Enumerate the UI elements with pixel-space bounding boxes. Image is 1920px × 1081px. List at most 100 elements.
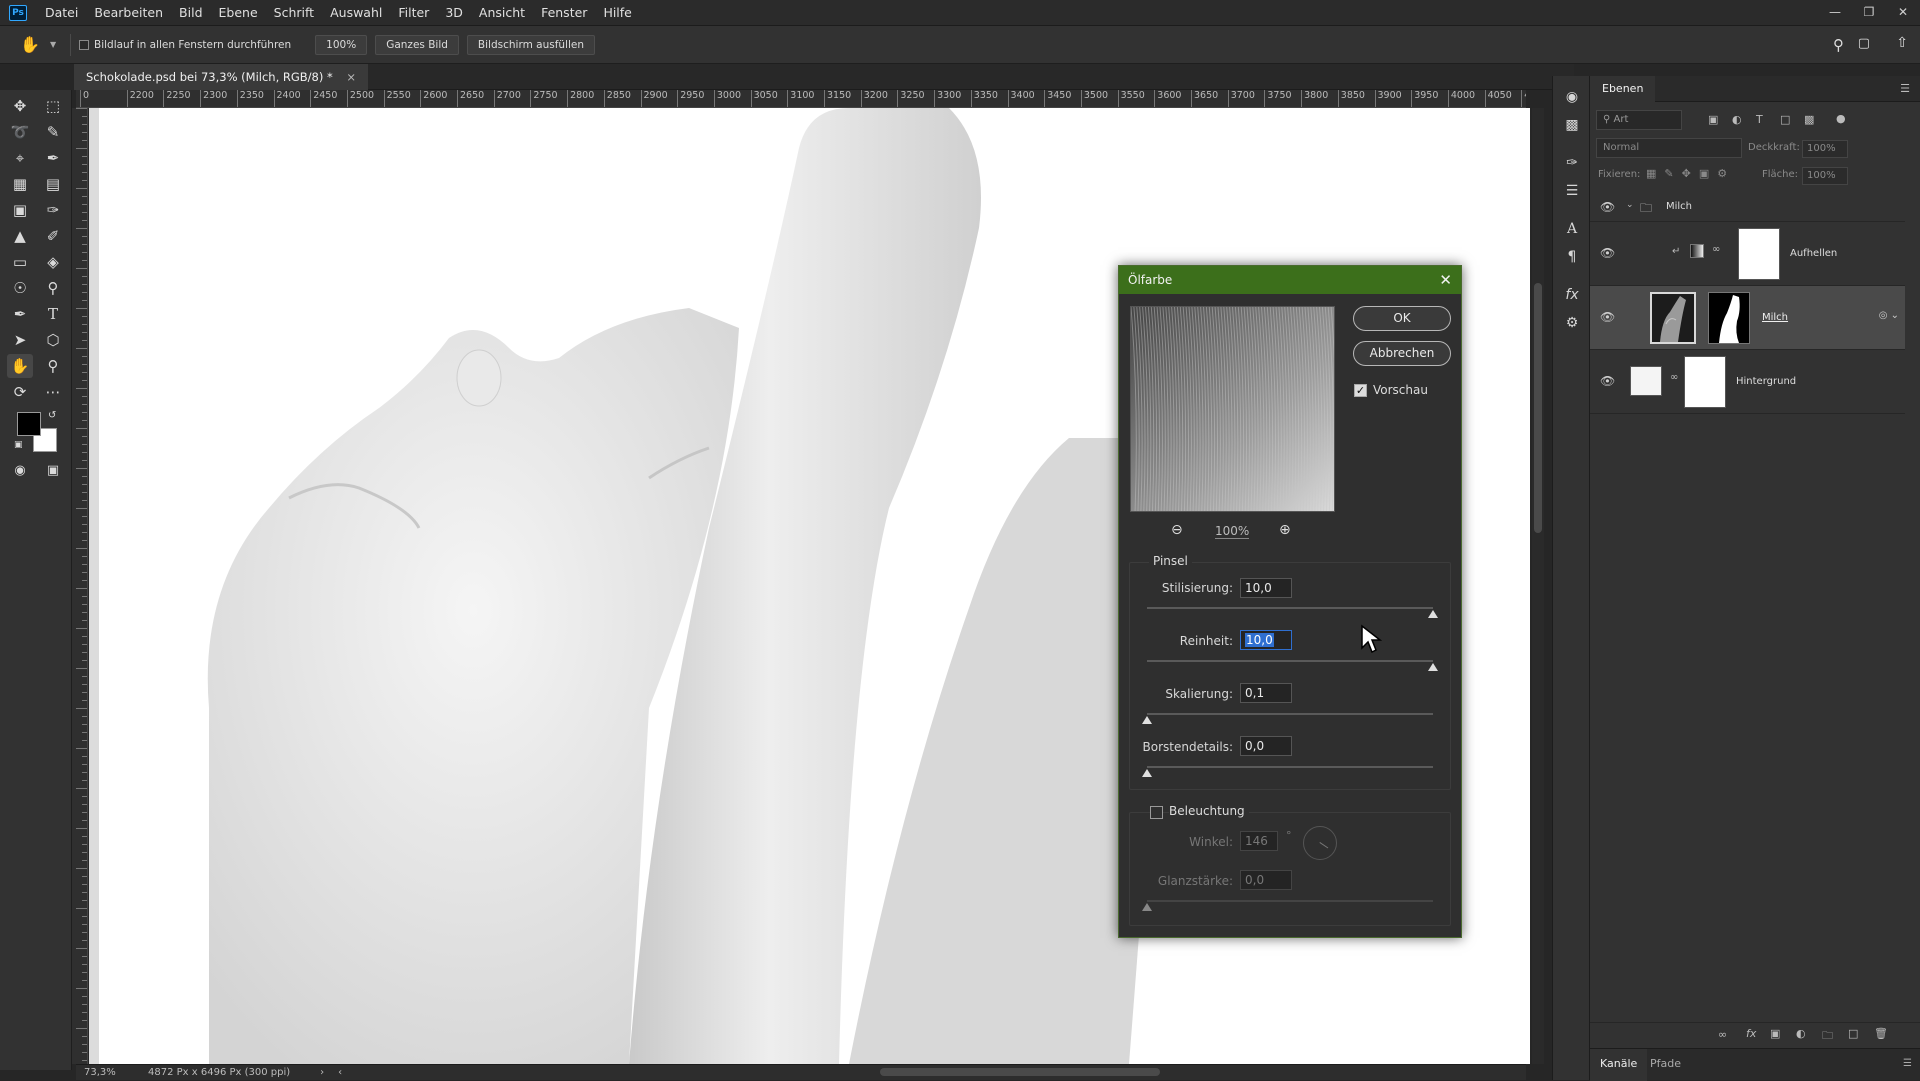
layer-row-aufhellen[interactable]: 👁 ↵ ∞ Aufhellen	[1590, 222, 1905, 286]
chain-link-icon[interactable]: ∞	[1712, 244, 1720, 255]
histogram-panel-icon[interactable]: ▩	[1561, 114, 1583, 136]
history-brush-tool-icon[interactable]: ✐	[40, 224, 66, 248]
path-selection-tool-icon[interactable]: ➤	[7, 328, 33, 352]
opacity-value[interactable]: 100%	[1802, 140, 1848, 158]
menu-hilfe[interactable]: Hilfe	[595, 0, 639, 26]
filter-preview[interactable]	[1130, 306, 1335, 512]
menu-bild[interactable]: Bild	[171, 0, 210, 26]
swap-colors-icon[interactable]: ↺	[48, 410, 56, 421]
shape-tool-icon[interactable]: ⬡	[40, 328, 66, 352]
new-group-icon[interactable]: 🗀	[1822, 1027, 1833, 1046]
panel-menu-icon[interactable]: ☰	[1900, 82, 1910, 95]
paragraph-panel-icon[interactable]: ¶	[1561, 246, 1583, 268]
marquee-tool-icon[interactable]: ⬚	[40, 94, 66, 118]
layer-thumbnail[interactable]	[1650, 292, 1696, 344]
dialog-title[interactable]: Ölfarbe	[1119, 266, 1461, 294]
link-layers-icon[interactable]: ∞	[1718, 1028, 1727, 1041]
layer-row-milch[interactable]: 👁 Milch ◎ ⌄	[1590, 286, 1905, 350]
add-layer-style-icon[interactable]: fx	[1746, 1027, 1756, 1040]
learn-panel-icon[interactable]: ◉	[1561, 86, 1583, 108]
workspace-icon[interactable]: ▢	[1858, 36, 1870, 51]
menu-auswahl[interactable]: Auswahl	[322, 0, 390, 26]
cleanliness-slider-track[interactable]	[1147, 660, 1433, 662]
brush-settings-icon[interactable]: ✑	[1561, 152, 1583, 174]
add-mask-icon[interactable]: ▣	[1770, 1027, 1780, 1040]
menu-ansicht[interactable]: Ansicht	[471, 0, 533, 26]
layer-name[interactable]: Milch	[1666, 201, 1692, 212]
fill-value[interactable]: 100%	[1802, 167, 1848, 185]
filter-toggle-icon[interactable]: ●	[1836, 112, 1846, 125]
stylization-slider-knob[interactable]	[1428, 610, 1438, 618]
ruler-tool-icon[interactable]: ▤	[40, 172, 66, 196]
smudge-tool-icon[interactable]: ☉	[7, 276, 33, 300]
layer-name[interactable]: Milch	[1762, 312, 1788, 323]
lighting-label[interactable]: Beleuchtung	[1169, 804, 1249, 818]
angle-dial[interactable]	[1303, 826, 1337, 860]
bristle-detail-slider-track[interactable]	[1147, 766, 1433, 768]
styles-panel-icon[interactable]: fx	[1561, 284, 1583, 306]
adjustments-icon[interactable]: ☰	[1561, 180, 1583, 202]
bristle-detail-slider-knob[interactable]	[1142, 769, 1152, 777]
shine-slider-track[interactable]	[1147, 900, 1433, 902]
close-icon[interactable]: ✕	[1439, 266, 1452, 294]
share-icon[interactable]: ⇧	[1896, 35, 1908, 51]
crop-tool-icon[interactable]: ⌖	[7, 146, 33, 170]
cleanliness-input[interactable]: 10,0	[1240, 630, 1292, 650]
ok-button[interactable]: OK	[1353, 306, 1451, 331]
menu-bearbeiten[interactable]: Bearbeiten	[86, 0, 171, 26]
layer-mask-thumbnail[interactable]	[1738, 228, 1780, 280]
scale-slider-knob[interactable]	[1142, 716, 1152, 724]
foreground-color-swatch[interactable]	[17, 412, 41, 436]
quick-selection-tool-icon[interactable]: ✎	[40, 120, 66, 144]
move-tool-icon[interactable]: ✥	[7, 94, 33, 118]
eyedropper-tool-icon[interactable]: ✒	[40, 146, 66, 170]
fit-screen-button[interactable]: Ganzes Bild	[375, 34, 459, 55]
visibility-eye-icon[interactable]: 👁	[1600, 310, 1615, 324]
screen-mode-icon[interactable]: ▣	[40, 458, 66, 482]
stylization-input[interactable]: 10,0	[1240, 578, 1292, 598]
bristle-detail-input[interactable]: 0,0	[1240, 736, 1292, 756]
dodge-tool-icon[interactable]: ⚲	[40, 276, 66, 300]
smart-object-filter-icon[interactable]: ◎ ⌄	[1879, 310, 1899, 321]
angle-input[interactable]: 146	[1240, 831, 1278, 851]
menu-filter[interactable]: Filter	[390, 0, 437, 26]
filter-pixel-icon[interactable]: ▣	[1708, 113, 1718, 126]
horizontal-scrollbar-thumb[interactable]	[880, 1068, 1160, 1076]
zoom-out-icon[interactable]: ⊖	[1171, 522, 1183, 538]
menu-fenster[interactable]: Fenster	[533, 0, 595, 26]
lighting-checkbox[interactable]	[1150, 806, 1163, 819]
clone-stamp-tool-icon[interactable]: ▲	[7, 224, 33, 248]
eraser-tool-icon[interactable]: ▭	[7, 250, 33, 274]
zoom-100-button[interactable]: 100%	[315, 34, 368, 55]
zoom-tool-icon[interactable]: ⚲	[40, 354, 66, 378]
quick-mask-icon[interactable]: ◉	[7, 458, 33, 482]
tab-paths[interactable]: Pfade	[1650, 1049, 1681, 1079]
layer-mask-thumbnail[interactable]	[1708, 292, 1750, 344]
chain-link-icon[interactable]: ∞	[1670, 372, 1678, 383]
delete-layer-icon[interactable]: 🗑	[1874, 1027, 1888, 1040]
cleanliness-slider-knob[interactable]	[1428, 663, 1438, 671]
menu-ebene[interactable]: Ebene	[211, 0, 266, 26]
menu-schrift[interactable]: Schrift	[266, 0, 322, 26]
pen-tool-icon[interactable]: ✒	[7, 302, 33, 326]
filter-type-icon[interactable]: T	[1756, 113, 1763, 126]
lasso-tool-icon[interactable]: ➰	[7, 120, 33, 144]
visibility-eye-icon[interactable]: 👁	[1600, 374, 1615, 388]
menu-datei[interactable]: Datei	[37, 0, 86, 26]
panel-menu-icon[interactable]: ☰	[1903, 1058, 1912, 1069]
default-colors-icon[interactable]: ▣	[14, 440, 23, 450]
tab-channels[interactable]: Kanäle	[1590, 1049, 1648, 1081]
restore-icon[interactable]: ❐	[1852, 0, 1886, 26]
vertical-scrollbar[interactable]	[1532, 108, 1544, 1064]
menu-3d[interactable]: 3D	[437, 0, 471, 26]
filter-adjustment-icon[interactable]: ◐	[1732, 113, 1742, 126]
layer-name[interactable]: Hintergrund	[1736, 376, 1796, 387]
preview-label[interactable]: Vorschau	[1373, 383, 1428, 397]
zoom-in-icon[interactable]: ⊕	[1279, 522, 1291, 538]
status-menu-arrow-icon[interactable]: ›	[320, 1067, 324, 1078]
stylization-slider-track[interactable]	[1147, 607, 1433, 609]
fill-screen-button[interactable]: Bildschirm ausfüllen	[466, 34, 595, 55]
brush-tool-icon[interactable]: ✑	[40, 198, 66, 222]
lock-icons[interactable]: ▦✎✥▣⚙	[1646, 167, 1735, 180]
zoom-level[interactable]: 73,3%	[84, 1067, 144, 1078]
